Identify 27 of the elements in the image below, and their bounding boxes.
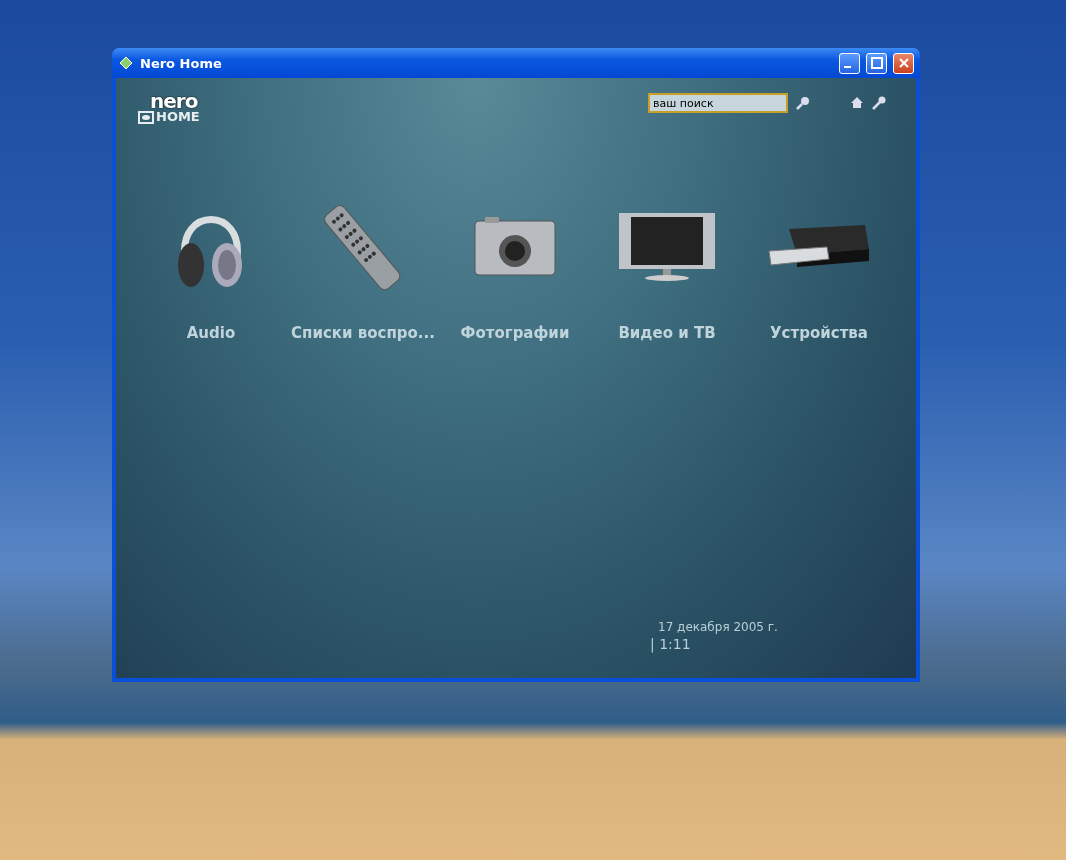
window-title: Nero Home [140,55,223,71]
app-icon [118,55,134,71]
logo-text: HOME [156,110,200,124]
close-button[interactable] [893,52,914,74]
maximize-button[interactable] [866,52,887,74]
search-icon [796,96,810,110]
monitor-eye-icon [138,110,154,124]
menu-item[interactable]: Видео и ТВ [591,192,743,342]
minimize-icon [844,66,851,68]
home-button[interactable] [850,96,864,109]
home-icon [850,96,864,109]
logo-text: nero [150,92,198,110]
search-button[interactable] [796,96,810,110]
tv-icon [617,211,717,283]
minimize-button[interactable] [839,52,860,74]
menu-item[interactable]: Списки воспро... [287,192,439,342]
search-field[interactable]: ваш поиск [648,93,788,113]
close-icon [897,57,910,69]
camera-icon [473,215,557,279]
maximize-icon [870,57,883,69]
menu-item[interactable]: Устройства [743,192,895,342]
date-text: 17 декабря 2005 г. [658,620,779,634]
menu-item[interactable]: Фотографии [439,192,591,342]
settings-button[interactable] [872,96,886,110]
menu-item[interactable]: Audio [135,192,287,342]
time-text: | 1:11 [650,636,692,652]
wrench-icon [872,96,886,110]
